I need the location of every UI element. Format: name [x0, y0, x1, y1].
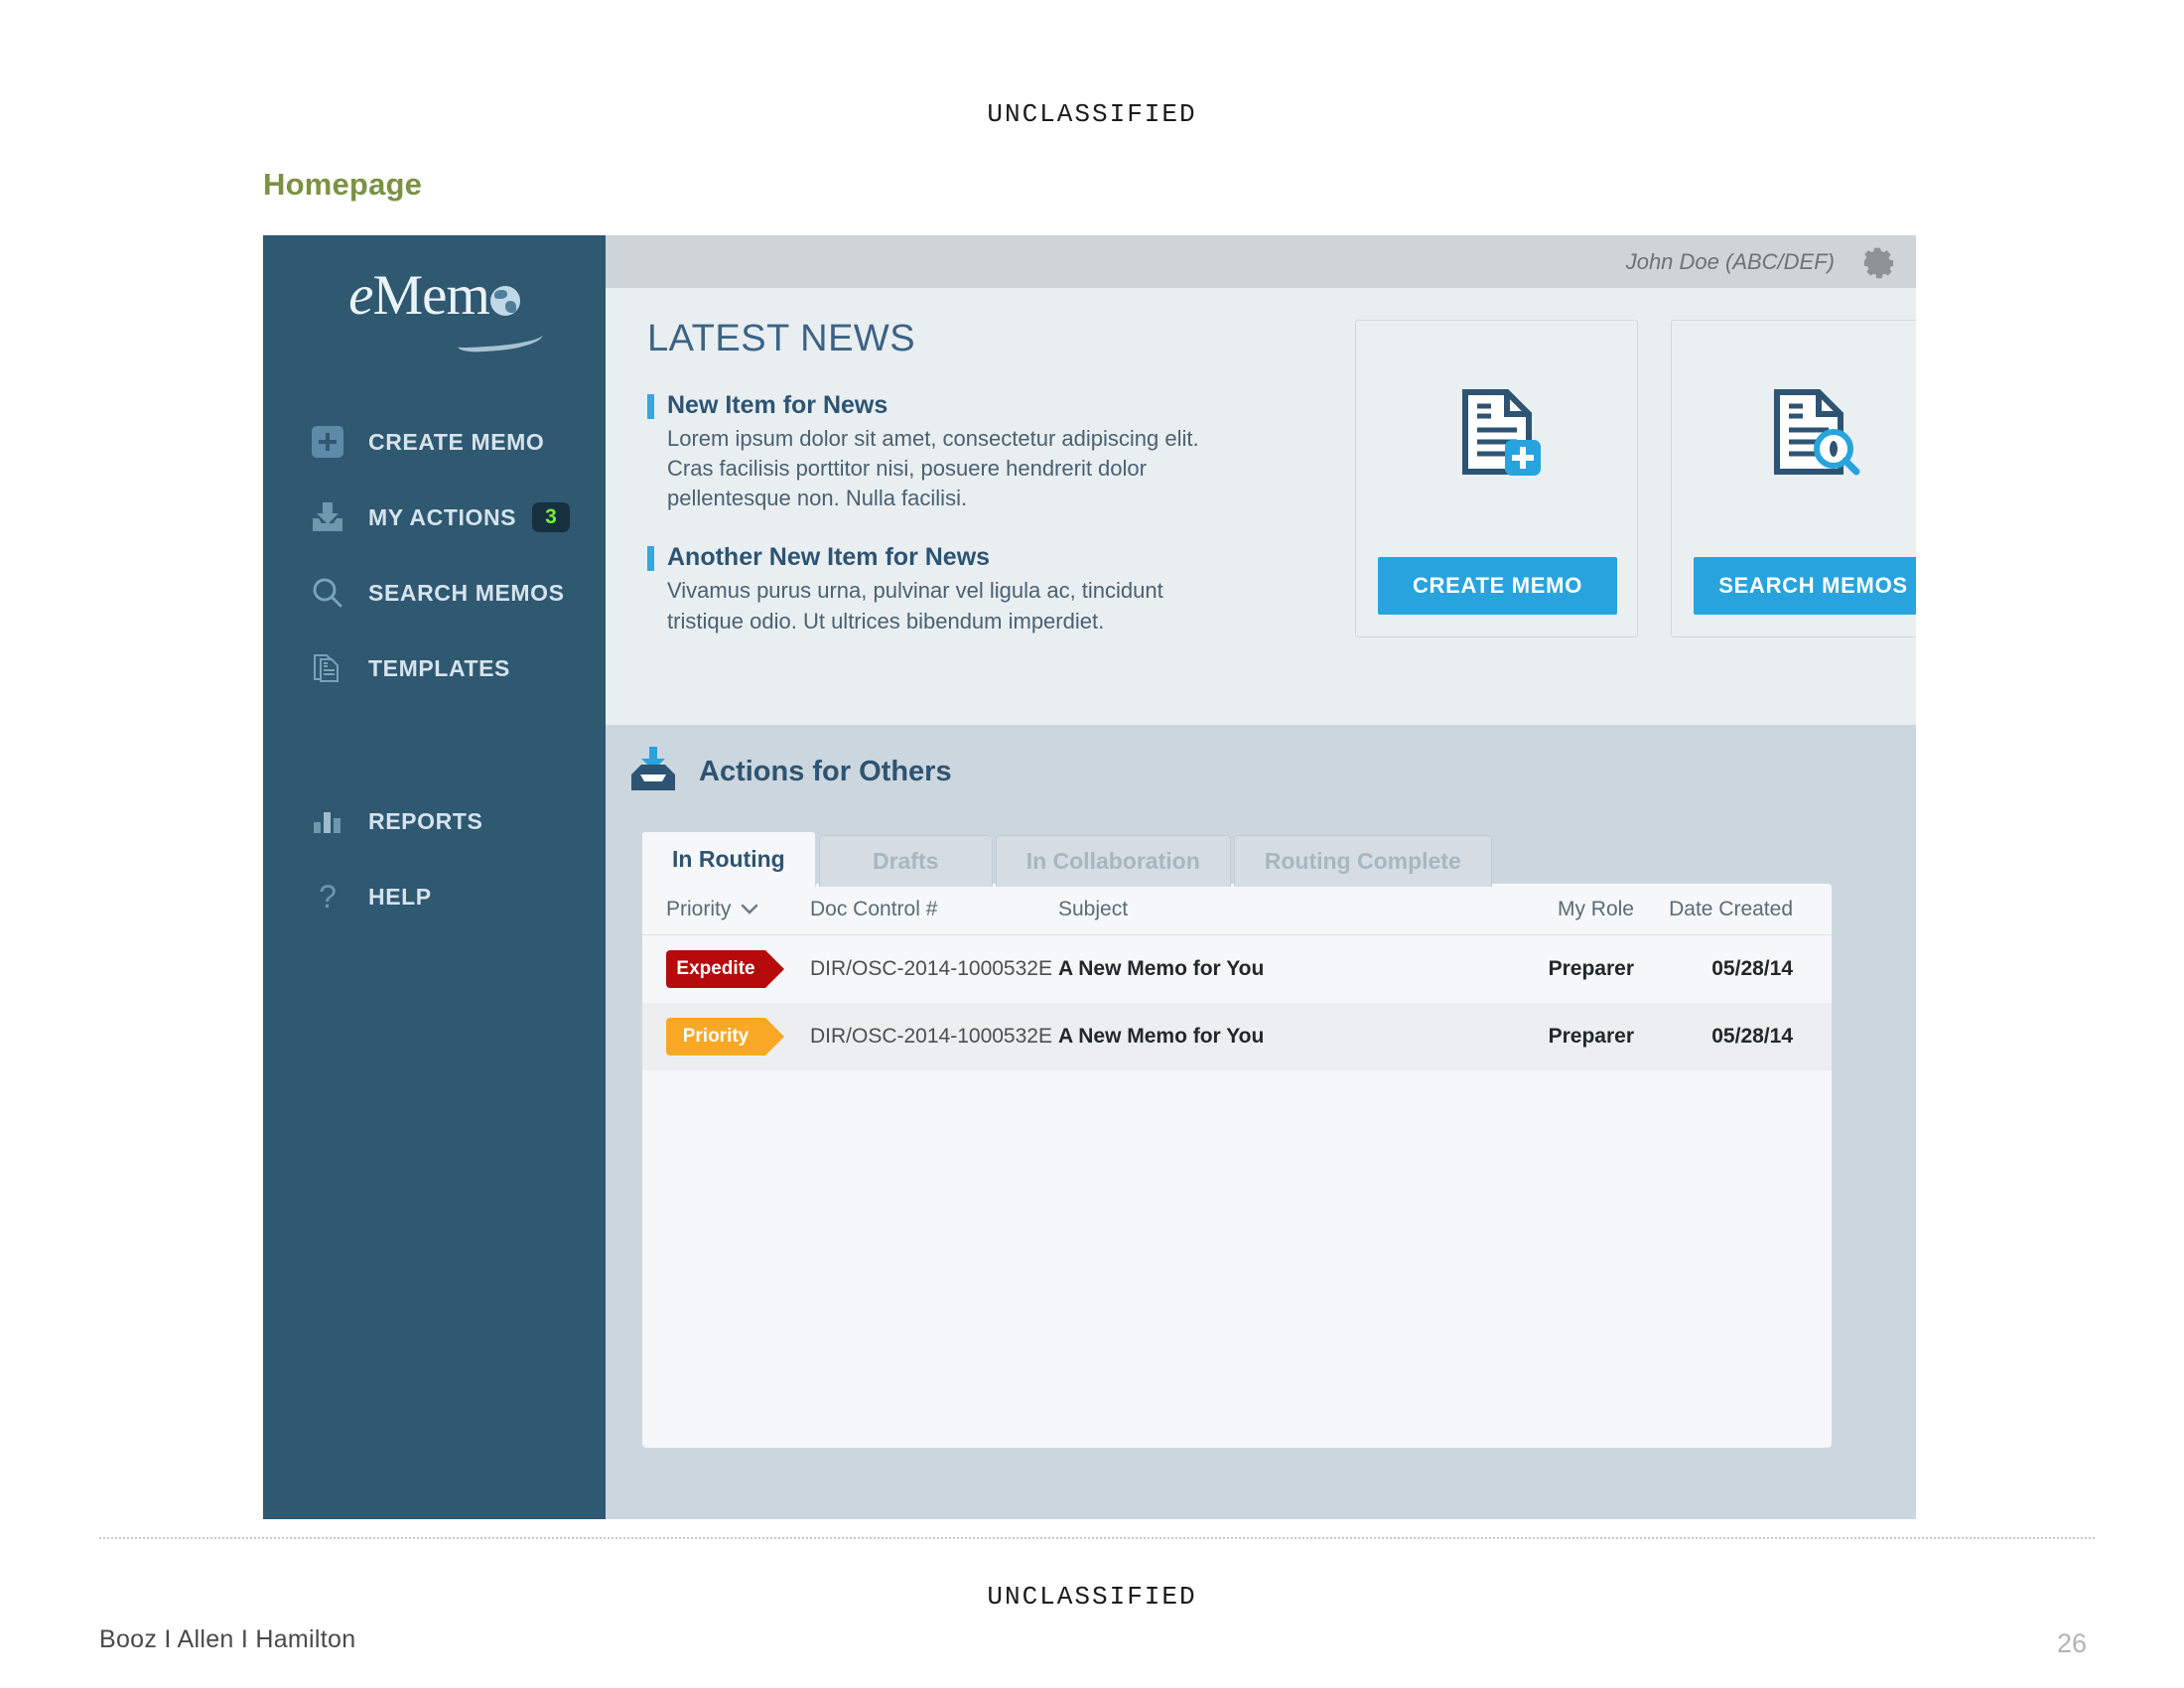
- sidebar-item-templates[interactable]: TEMPLATES: [263, 631, 606, 706]
- create-memo-card[interactable]: CREATE MEMO: [1355, 320, 1638, 637]
- classification-banner-bottom: UNCLASSIFIED: [987, 1582, 1197, 1612]
- news-item-body: Vivamus purus urna, pulvinar vel ligula …: [667, 578, 1163, 633]
- sidebar-item-label: MY ACTIONS: [368, 503, 517, 530]
- search-icon: [307, 572, 348, 614]
- document-add-icon: [1356, 382, 1637, 482]
- sidebar: eMem CREATE MEMO MY ACTIONS 3 SEARCH MEM…: [263, 235, 606, 1519]
- status-badge: Priority: [666, 1018, 784, 1055]
- column-header-my-role: My Role: [1557, 897, 1634, 920]
- outbox-up-icon: [627, 745, 679, 799]
- quick-action-cards: CREATE MEMO SEARCH MEMOS: [1355, 320, 1916, 637]
- latest-news-panel: LATEST NEWS New Item for News Lorem ipsu…: [606, 288, 1916, 725]
- subject-cell: A New Memo for You: [1058, 1025, 1265, 1048]
- actions-for-others-panel: Actions for Others In Routing Drafts In …: [606, 725, 1916, 1519]
- date-created-cell: 05/28/14: [1711, 1025, 1793, 1048]
- doc-control-cell: DIR/OSC-2014-1000532E: [810, 957, 1052, 980]
- priority-cell: Expedite: [666, 950, 810, 988]
- globe-icon: [489, 286, 520, 316]
- sidebar-item-help[interactable]: ? HELP: [263, 859, 606, 934]
- create-memo-button[interactable]: CREATE MEMO: [1378, 557, 1617, 615]
- tab-drafts[interactable]: Drafts: [818, 835, 993, 887]
- column-header-doc-control: Doc Control #: [810, 897, 938, 920]
- application-window: eMem CREATE MEMO MY ACTIONS 3 SEARCH MEM…: [263, 235, 1916, 1519]
- sidebar-item-reports[interactable]: REPORTS: [263, 783, 606, 859]
- logo-swoosh-decoration: [457, 326, 544, 353]
- footer-brand: Booz I Allen I Hamilton: [99, 1625, 356, 1653]
- sidebar-nav: CREATE MEMO MY ACTIONS 3 SEARCH MEMOS TE…: [263, 404, 606, 934]
- document-search-icon: [1672, 382, 1916, 482]
- news-item: New Item for News Lorem ipsum dolor sit …: [647, 391, 1203, 513]
- column-header-priority[interactable]: Priority: [666, 898, 810, 921]
- question-mark-icon: ?: [307, 876, 348, 917]
- footer-divider: [99, 1537, 2095, 1539]
- news-accent-bar: [647, 394, 654, 419]
- sidebar-item-search-memos[interactable]: SEARCH MEMOS: [263, 555, 606, 631]
- table-row[interactable]: Expedite DIR/OSC-2014-1000532E A New Mem…: [642, 935, 1832, 1003]
- column-header-date-created: Date Created: [1669, 897, 1793, 920]
- news-list: New Item for News Lorem ipsum dolor sit …: [647, 391, 1203, 666]
- tab-in-routing[interactable]: In Routing: [641, 831, 816, 887]
- bar-chart-icon: [307, 800, 348, 842]
- actions-for-others-title: Actions for Others: [699, 756, 952, 787]
- my-actions-badge: 3: [532, 502, 570, 532]
- actions-table-panel: Priority Doc Control # Subject My Role D…: [641, 883, 1833, 1449]
- sidebar-item-create-memo[interactable]: CREATE MEMO: [263, 404, 606, 480]
- status-badge: Expedite: [666, 950, 784, 988]
- news-item-body: Lorem ipsum dolor sit amet, consectetur …: [667, 426, 1199, 511]
- my-role-cell: Preparer: [1548, 957, 1634, 980]
- tab-routing-complete[interactable]: Routing Complete: [1233, 835, 1492, 887]
- inbox-down-icon: [307, 496, 348, 538]
- app-logo: eMem: [263, 267, 606, 356]
- documents-stack-icon: [307, 647, 348, 689]
- date-created-cell: 05/28/14: [1711, 957, 1793, 980]
- actions-for-others-header: Actions for Others: [627, 745, 952, 799]
- table-row[interactable]: Priority DIR/OSC-2014-1000532E A New Mem…: [642, 1003, 1832, 1070]
- logo-letter-e: e: [348, 264, 373, 327]
- priority-cell: Priority: [666, 1018, 810, 1055]
- actions-tabs: In Routing Drafts In Collaboration Routi…: [641, 831, 1495, 887]
- news-accent-bar: [647, 546, 654, 572]
- current-user-label: John Doe (ABC/DEF): [1625, 248, 1835, 274]
- sidebar-item-label: HELP: [368, 883, 432, 910]
- search-memos-card[interactable]: SEARCH MEMOS: [1671, 320, 1916, 637]
- chevron-down-icon: [741, 898, 758, 921]
- sidebar-item-label: TEMPLATES: [368, 654, 510, 681]
- sidebar-item-label: REPORTS: [368, 807, 483, 834]
- news-item: Another New Item for News Vivamus purus …: [647, 543, 1203, 635]
- gear-icon[interactable]: [1860, 245, 1894, 279]
- latest-news-heading: LATEST NEWS: [647, 318, 916, 359]
- sidebar-item-label: SEARCH MEMOS: [368, 579, 565, 606]
- column-header-priority-label: Priority: [666, 897, 732, 920]
- main-content: John Doe (ABC/DEF) LATEST NEWS New Item …: [606, 235, 1916, 1519]
- top-bar: John Doe (ABC/DEF): [606, 235, 1916, 288]
- classification-banner-top: UNCLASSIFIED: [987, 99, 1197, 129]
- my-role-cell: Preparer: [1548, 1025, 1634, 1048]
- sidebar-item-my-actions[interactable]: MY ACTIONS 3: [263, 480, 606, 555]
- doc-control-cell: DIR/OSC-2014-1000532E: [810, 1025, 1052, 1048]
- page-title: Homepage: [263, 167, 423, 202]
- search-memos-button[interactable]: SEARCH MEMOS: [1694, 557, 1916, 615]
- column-header-subject: Subject: [1058, 897, 1129, 920]
- sidebar-item-label: CREATE MEMO: [368, 428, 545, 455]
- table-header-row: Priority Doc Control # Subject My Role D…: [642, 884, 1832, 935]
- plus-square-icon: [307, 421, 348, 463]
- svg-text:?: ?: [319, 879, 337, 914]
- news-item-title: Another New Item for News: [667, 543, 991, 572]
- logo-word-memo: Mem: [372, 264, 489, 327]
- app-logo-text: eMem: [263, 267, 606, 324]
- news-item-title: New Item for News: [667, 391, 888, 419]
- sidebar-divider-space: [263, 706, 606, 783]
- subject-cell: A New Memo for You: [1058, 957, 1265, 980]
- tab-in-collaboration[interactable]: In Collaboration: [995, 835, 1231, 887]
- footer-page-number: 26: [2056, 1628, 2087, 1658]
